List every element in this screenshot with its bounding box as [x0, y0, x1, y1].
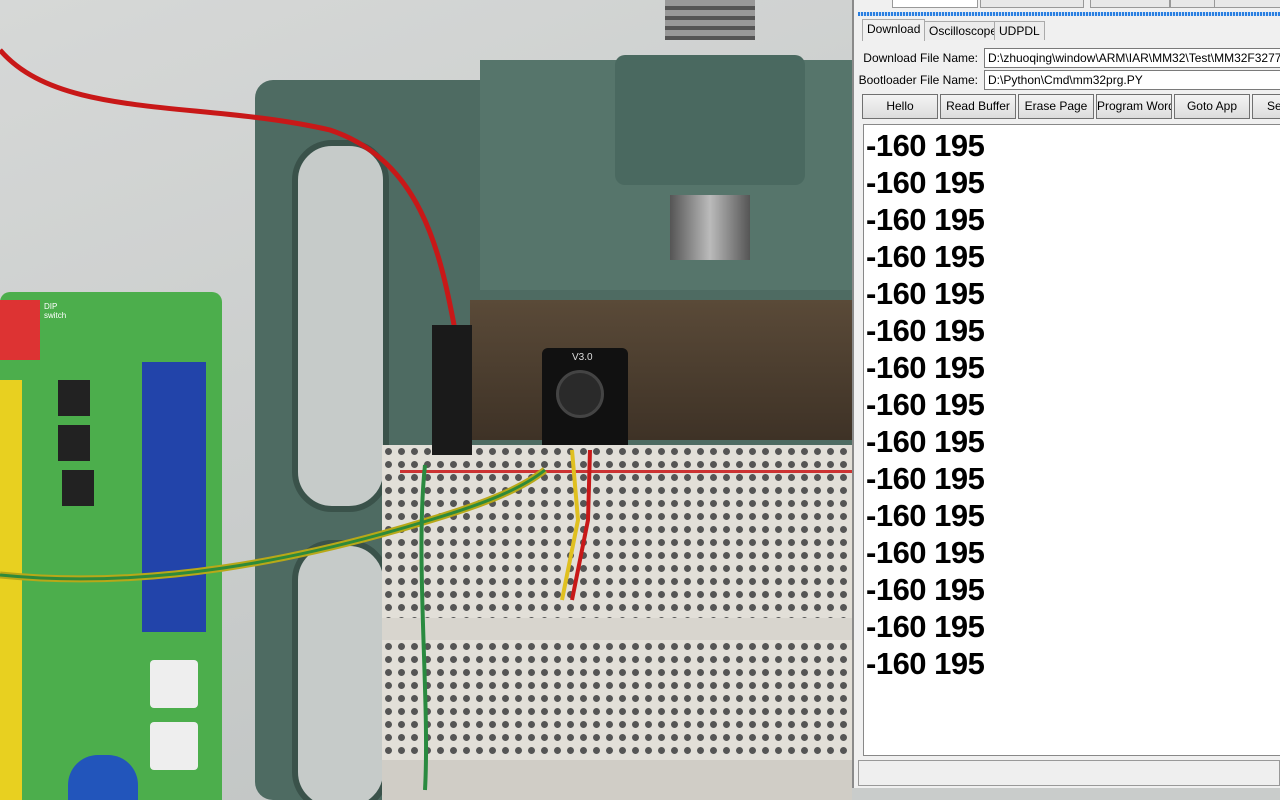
output-line: -160 195 [866, 498, 985, 533]
erase-page-button[interactable]: Erase Page [1018, 94, 1094, 119]
green-yellow-wire [0, 467, 548, 583]
output-line: -160 195 [866, 165, 985, 200]
output-line: -160 195 [866, 609, 985, 644]
output-line: -160 195 [866, 202, 985, 237]
top-button[interactable] [1090, 0, 1170, 8]
output-line: -160 195 [866, 350, 985, 385]
tab-udpdl[interactable]: UDPDL [994, 21, 1045, 40]
tab-oscilloscope[interactable]: Oscilloscope [924, 21, 1003, 40]
progress-bar [858, 12, 1280, 16]
output-line: -160 195 [866, 646, 985, 681]
wires [0, 48, 592, 791]
red-wire [0, 48, 458, 331]
read-buffer-button[interactable]: Read Buffer [940, 94, 1016, 119]
output-line: -160 195 [866, 276, 985, 311]
output-line: -160 195 [866, 313, 985, 348]
goto-app-button[interactable]: Goto App [1174, 94, 1250, 119]
download-file-input[interactable]: D:\zhuoqing\window\ARM\IAR\MM32\Test\MM3… [984, 48, 1280, 68]
download-file-label: Download File Name: [863, 51, 978, 65]
output-line: -160 195 [866, 387, 985, 422]
app-window: Download Oscilloscope UDPDL Download Fil… [852, 0, 1280, 788]
output-line: -160 195 [866, 128, 985, 163]
output-textarea[interactable]: -160 195 -160 195 -160 195 -160 195 -160 195… [863, 124, 1280, 756]
output-line: -160 195 [866, 424, 985, 459]
top-combo[interactable] [892, 0, 978, 8]
top-button[interactable] [980, 0, 1084, 8]
green-wire [419, 464, 429, 791]
output-line: -160 195 [866, 239, 985, 274]
output-line: -160 195 [866, 572, 985, 607]
program-word-button[interactable]: Program Word [1096, 94, 1172, 119]
camera-photo: V3.0 DIP switch [0, 0, 852, 800]
hello-button[interactable]: Hello [862, 94, 938, 119]
output-line: -160 195 [866, 535, 985, 570]
output-line: -160 195 [866, 461, 985, 496]
heat-shrink [432, 325, 472, 455]
status-bar [858, 760, 1280, 786]
next-button[interactable]: Se [1252, 94, 1280, 119]
bootloader-file-label: Bootloader File Name: [858, 73, 978, 87]
bootloader-file-input[interactable]: D:\Python\Cmd\mm32prg.PY [984, 70, 1280, 90]
top-button[interactable] [1214, 0, 1280, 8]
tab-download[interactable]: Download [862, 19, 926, 41]
